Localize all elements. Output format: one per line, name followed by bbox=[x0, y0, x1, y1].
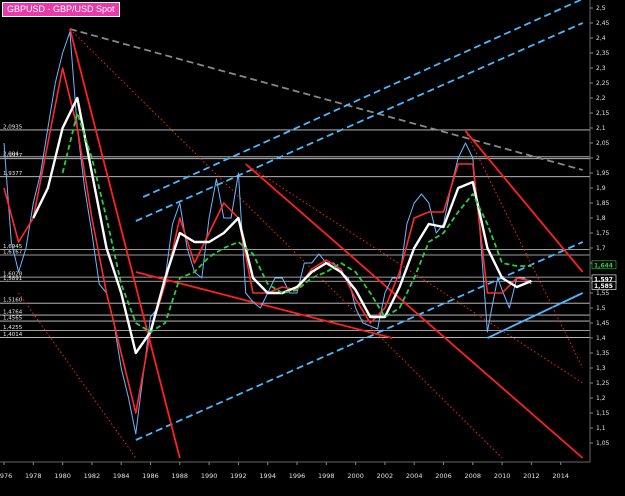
y-tick-label: 1,8 bbox=[596, 215, 606, 222]
y-tick-label: 1,85 bbox=[596, 200, 610, 207]
x-tick-label: 1990 bbox=[201, 472, 218, 480]
x-tick-label: 1998 bbox=[318, 472, 335, 480]
y-tick-label: 1,05 bbox=[596, 440, 610, 447]
level-label: 1,5160 bbox=[3, 298, 23, 304]
x-tick-label: 2002 bbox=[377, 472, 394, 480]
y-tick-label: 2,25 bbox=[596, 80, 610, 87]
x-tick-label: 2010 bbox=[494, 472, 511, 480]
x-tick-label: 1984 bbox=[113, 472, 130, 480]
y-tick-label: 1,15 bbox=[596, 410, 610, 417]
chart-title: GBPUSD - GBP/USD Spot bbox=[2, 2, 120, 17]
level-label: 2,0935 bbox=[3, 124, 23, 130]
x-tick-label: 1986 bbox=[142, 472, 159, 480]
x-tick-label: 1982 bbox=[84, 472, 101, 480]
x-tick-label: 1980 bbox=[54, 472, 71, 480]
y-tick-label: 1,4 bbox=[596, 335, 606, 342]
y-tick-label: 1,75 bbox=[596, 230, 610, 237]
level-label: 1,5891 bbox=[3, 276, 22, 282]
y-tick-label: 1,25 bbox=[596, 380, 610, 387]
y-tick-label: 2 bbox=[596, 155, 600, 162]
x-tick-label: 1996 bbox=[289, 472, 306, 480]
y-tick-label: 1,2 bbox=[596, 395, 606, 402]
level-label: 1,4014 bbox=[3, 332, 23, 338]
y-tick-label: 2,2 bbox=[596, 95, 606, 102]
x-tick-label: 1994 bbox=[259, 472, 276, 480]
chart-svg: 2,09352,0041,99771,93771,69451,67671,602… bbox=[0, 0, 625, 492]
y-tick-label: 2,5 bbox=[596, 5, 606, 12]
y-tick-label: 2,3 bbox=[596, 65, 606, 72]
y-tick-label: 1,9 bbox=[596, 185, 606, 192]
y-tick-label: 1,45 bbox=[596, 320, 610, 327]
y-tick-label: 2,05 bbox=[596, 140, 610, 147]
y-tick-label: 2,4 bbox=[596, 35, 606, 42]
x-tick-label: 1992 bbox=[230, 472, 247, 480]
price-badge-label: 1,585 bbox=[594, 283, 613, 290]
y-tick-label: 2,1 bbox=[596, 125, 606, 132]
y-tick-label: 1,7 bbox=[596, 245, 606, 252]
y-tick-label: 1,95 bbox=[596, 170, 610, 177]
y-tick-label: 2,15 bbox=[596, 110, 610, 117]
y-tick-label: 2,45 bbox=[596, 20, 610, 27]
y-tick-label: 1,5 bbox=[596, 305, 606, 312]
x-tick-label: 1976 bbox=[0, 472, 12, 480]
y-tick-label: 1,55 bbox=[596, 290, 610, 297]
level-label: 1,4565 bbox=[3, 316, 23, 322]
chart-canvas: 2,0935 2,004 1,9977 1,9377 1,6945 1,6767 1,602… bbox=[0, 0, 625, 492]
y-tick-label: 1,3 bbox=[596, 365, 606, 372]
y-tick-label: 2,35 bbox=[596, 50, 610, 57]
x-tick-label: 2000 bbox=[347, 472, 364, 480]
x-tick-label: 2012 bbox=[523, 472, 540, 480]
x-tick-label: 2006 bbox=[435, 472, 452, 480]
x-tick-label: 2004 bbox=[406, 472, 423, 480]
level-label: 1,9977 bbox=[3, 153, 23, 159]
price-badge-label: 1,644 bbox=[594, 262, 613, 269]
y-tick-label: 1,35 bbox=[596, 350, 610, 357]
level-label: 1,4255 bbox=[3, 325, 23, 331]
x-tick-label: 1978 bbox=[25, 472, 42, 480]
x-tick-label: 1988 bbox=[172, 472, 189, 480]
x-tick-label: 2014 bbox=[552, 472, 569, 480]
y-tick-label: 1,1 bbox=[596, 425, 606, 432]
x-tick-label: 2008 bbox=[465, 472, 482, 480]
